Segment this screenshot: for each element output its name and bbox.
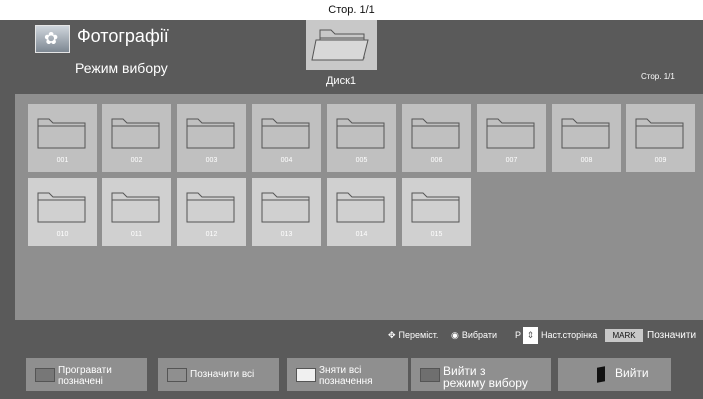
exit-selection-mode-button[interactable]: Вийти з режиму вибору (411, 358, 551, 391)
folder-label: 010 (56, 231, 69, 238)
folder-label: 001 (56, 157, 69, 164)
folder-icon (261, 192, 310, 223)
folder-tile-014[interactable]: 014 (327, 178, 396, 246)
green-key-swatch (167, 368, 187, 382)
move-help: ✥ Переміст. (388, 330, 438, 341)
exit-button[interactable]: Вийти (558, 358, 671, 391)
disk-label: Диск1 (325, 75, 357, 87)
folder-tile-013[interactable]: 013 (252, 178, 321, 246)
folder-label: 002 (130, 157, 143, 164)
folder-tile-012[interactable]: 012 (177, 178, 246, 246)
folder-grid: 001 002 003 004 005 006 007 008 009 010 … (15, 94, 703, 320)
disk-folder-button[interactable] (306, 20, 377, 70)
move-label: Переміст. (398, 330, 439, 340)
photo-selection-screen: Стор. 1/1 ✿ Фотографії Режим вибору Диск… (0, 0, 703, 399)
folder-tile-008[interactable]: 008 (552, 104, 621, 172)
folder-label: 014 (355, 231, 368, 238)
folder-label: 004 (280, 157, 293, 164)
play-marked-button[interactable]: Програвати позначені (26, 358, 147, 391)
folder-icon (37, 118, 86, 149)
header-page-indicator: Стор. 1/1 (641, 72, 675, 81)
play-marked-label: Програвати позначені (58, 365, 112, 387)
folder-label: 013 (280, 231, 293, 238)
ok-button-icon: ◉ (451, 330, 459, 340)
folder-tile-001[interactable]: 001 (28, 104, 97, 172)
folder-label: 006 (430, 157, 443, 164)
mark-key-badge: MARK (605, 329, 643, 342)
folder-icon (336, 192, 385, 223)
next-page-label: Наст.сторінка (541, 330, 598, 340)
red-key-swatch (35, 368, 55, 382)
folder-label: 008 (580, 157, 593, 164)
unmark-all-label: Зняти всі позначення (319, 365, 373, 387)
folder-tile-010[interactable]: 010 (28, 178, 97, 246)
folder-icon (635, 118, 684, 149)
folder-tile-004[interactable]: 004 (252, 104, 321, 172)
mark-all-label: Позначити всі (190, 369, 255, 380)
folder-icon (411, 192, 460, 223)
folder-tile-007[interactable]: 007 (477, 104, 546, 172)
navigation-help-bar: ✥ Переміст. ◉ Вибрати P ⇕ Наст.сторінка MA… (15, 322, 703, 350)
folder-tile-009[interactable]: 009 (626, 104, 695, 172)
folder-icon (37, 192, 86, 223)
folder-tile-015[interactable]: 015 (402, 178, 471, 246)
photo-icon: ✿ (35, 25, 70, 53)
select-help: ◉ Вибрати (451, 330, 497, 341)
folder-icon (261, 118, 310, 149)
select-label: Вибрати (461, 330, 498, 340)
folder-icon (336, 118, 385, 149)
folder-icon (486, 118, 535, 149)
folder-tile-011[interactable]: 011 (102, 178, 171, 246)
folder-tile-006[interactable]: 006 (402, 104, 471, 172)
page-key-label: P (515, 330, 522, 340)
folder-label: 011 (130, 231, 143, 238)
mode-title: Режим вибору (75, 60, 168, 76)
folder-icon (561, 118, 610, 149)
exit-icon (597, 366, 605, 383)
footer-actions: Програвати позначені Позначити всі Зняти… (15, 352, 703, 399)
exit-selection-mode-label: Вийти з режиму вибору (443, 364, 528, 390)
folder-tile-003[interactable]: 003 (177, 104, 246, 172)
folder-label: 007 (505, 157, 518, 164)
blue-key-swatch (420, 368, 440, 382)
header: ✿ Фотографії Режим вибору Диск1 Стор. 1/… (15, 20, 703, 92)
directional-pad-icon: ✥ (388, 330, 396, 340)
folder-tile-005[interactable]: 005 (327, 104, 396, 172)
folder-icon (186, 192, 235, 223)
page-rocker-icon: ⇕ (523, 327, 538, 344)
folder-label: 009 (654, 157, 667, 164)
folder-icon (186, 118, 235, 149)
top-page-indicator: Стор. 1/1 (0, 0, 703, 20)
folder-icon (311, 29, 369, 61)
mark-label: Позначити (647, 330, 697, 341)
unmark-all-button[interactable]: Зняти всі позначення (287, 358, 408, 391)
folder-icon (111, 192, 160, 223)
folder-label: 005 (355, 157, 368, 164)
mark-all-button[interactable]: Позначити всі (158, 358, 279, 391)
folder-icon (411, 118, 460, 149)
folder-icon (111, 118, 160, 149)
folder-label: 003 (205, 157, 218, 164)
folder-label: 012 (205, 231, 218, 238)
folder-label: 015 (430, 231, 443, 238)
exit-label: Вийти (615, 366, 649, 380)
folder-tile-002[interactable]: 002 (102, 104, 171, 172)
app-title: Фотографії (77, 26, 169, 46)
yellow-key-swatch (296, 368, 316, 382)
